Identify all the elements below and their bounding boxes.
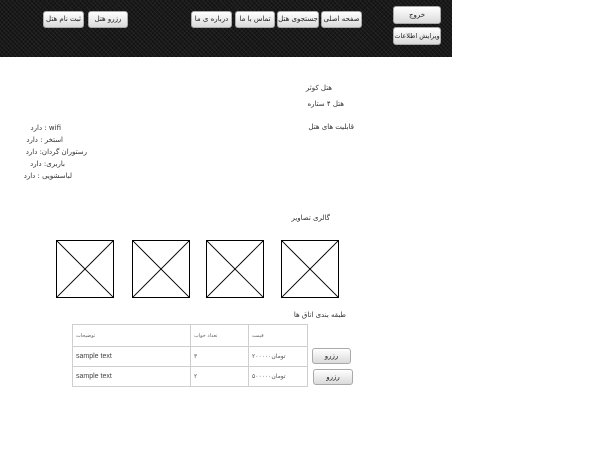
feature-item: لباسشویی : دارد: [23, 172, 72, 180]
column-header-description: توضیحات: [72, 324, 191, 347]
table-row: sample text ۲ تومان۵۰۰۰۰۰: [72, 366, 308, 387]
rooms-table-header: توضیحات تعداد خواب قیمت: [72, 324, 308, 347]
gallery-image-placeholder[interactable]: [206, 240, 264, 298]
feature-item: wifi : دارد: [30, 124, 61, 132]
gallery-image-placeholder[interactable]: [132, 240, 190, 298]
rooms-title: طبقه بندی اتاق ها: [293, 311, 346, 319]
logout-button[interactable]: خروج: [393, 6, 441, 24]
room-description: sample text: [72, 366, 191, 387]
room-beds: ۳: [190, 346, 249, 367]
nav-contact-button[interactable]: تماس با ما: [235, 11, 275, 28]
nav-about-button[interactable]: درباره ی ما: [191, 11, 232, 28]
gallery-image-placeholder[interactable]: [56, 240, 114, 298]
register-hotel-button[interactable]: ثبت نام هتل: [43, 11, 84, 28]
feature-item: استخر : دارد: [26, 136, 63, 144]
nav-home-button[interactable]: صفحه اصلی: [321, 11, 362, 28]
hotel-features-title: قابلیت های هتل: [308, 123, 354, 131]
column-header-beds: تعداد خواب: [190, 324, 249, 347]
gallery-title: گالری تصاویر: [291, 214, 330, 222]
room-beds: ۲: [190, 366, 249, 387]
room-price: تومان۵۰۰۰۰۰: [248, 366, 308, 387]
feature-item: رستوران گردان: دارد: [25, 148, 87, 156]
table-row: sample text ۳ تومان۲۰۰۰۰۰: [72, 346, 308, 367]
gallery-image-placeholder[interactable]: [281, 240, 339, 298]
feature-item: باربری: دارد: [30, 160, 65, 168]
rooms-table: توضیحات تعداد خواب قیمت sample text ۳ تو…: [72, 324, 308, 387]
reserve-hotel-button[interactable]: رزرو هتل: [88, 11, 128, 28]
reserve-room-button[interactable]: رزرو: [312, 348, 351, 364]
hotel-stars: هتل ۴ ستاره: [307, 100, 345, 108]
column-header-price: قیمت: [248, 324, 308, 347]
nav-search-hotel-button[interactable]: جستجوی هتل: [277, 11, 319, 28]
room-price: تومان۲۰۰۰۰۰: [248, 346, 308, 367]
hotel-name: هتل کوثر: [305, 84, 332, 92]
edit-profile-button[interactable]: ویرایش اطلاعات: [393, 27, 441, 45]
reserve-room-button[interactable]: رزرو: [313, 369, 353, 385]
room-description: sample text: [72, 346, 191, 367]
top-navigation-bar: [0, 0, 452, 57]
